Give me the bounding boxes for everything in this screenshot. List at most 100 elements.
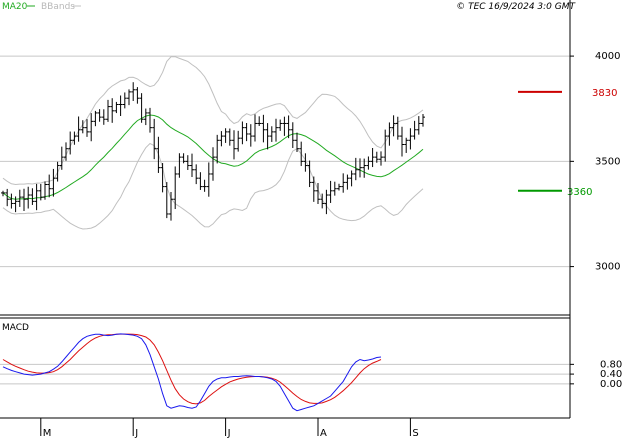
- price-bar: [72, 131, 77, 145]
- price-bar: [219, 131, 224, 147]
- price-bar: [93, 110, 98, 127]
- price-bar: [383, 129, 388, 162]
- macd-signal-line: [2, 333, 382, 405]
- price-bar: [349, 170, 354, 187]
- price-bar: [127, 89, 131, 106]
- price-bar: [416, 116, 421, 135]
- price-bar: [55, 161, 60, 182]
- price-bar: [257, 116, 262, 126]
- price-bar: [282, 116, 287, 136]
- price-bar: [391, 115, 396, 137]
- price-bar: [400, 126, 404, 157]
- macd-tick-label-2: 0.00: [600, 379, 622, 390]
- price-bar: [248, 124, 253, 147]
- price-bar: [223, 128, 228, 143]
- month-tick-label-0: M: [43, 428, 52, 439]
- price-bar: [22, 188, 26, 211]
- price-bars-layer: [1, 82, 425, 221]
- price-bar: [215, 134, 220, 164]
- support-label: 3360: [567, 187, 592, 198]
- price-bar: [169, 192, 173, 221]
- price-bar: [97, 109, 102, 122]
- grid-layer: [0, 55, 570, 385]
- macd-line: [2, 333, 382, 412]
- price-bar: [337, 183, 341, 191]
- price-bar: [139, 93, 144, 123]
- price-bar: [261, 114, 266, 143]
- price-bar: [185, 155, 190, 170]
- price-bar: [240, 121, 245, 145]
- price-bar: [236, 130, 241, 152]
- resistance-label: 3830: [592, 88, 617, 99]
- price-bar: [387, 122, 392, 146]
- price-bar: [122, 92, 127, 109]
- price-bar: [118, 95, 123, 116]
- price-bar: [311, 176, 316, 202]
- price-bar: [408, 128, 413, 150]
- price-bar: [421, 113, 425, 127]
- price-tick-label-2: 3000: [595, 262, 620, 273]
- price-bar: [190, 153, 194, 177]
- price-bar: [26, 186, 31, 209]
- chart-canvas: 38303360 4000350030000.800.400.00MACDM J J…: [0, 0, 622, 439]
- price-bar: [232, 130, 236, 160]
- price-bar: [328, 180, 333, 203]
- price-bar: [324, 189, 329, 215]
- price-bar: [269, 126, 274, 142]
- price-bar: [30, 188, 35, 205]
- legend-bbands: BBands: [41, 2, 75, 12]
- price-bar: [85, 119, 89, 137]
- price-bar: [211, 147, 215, 181]
- price-bar: [274, 118, 278, 142]
- price-bar: [9, 193, 14, 209]
- price-bar: [152, 118, 157, 160]
- price-bar: [341, 173, 346, 193]
- price-bar: [160, 163, 165, 193]
- price-bar: [412, 120, 417, 140]
- price-bar: [106, 99, 110, 122]
- copyright-text: © TEC 16/9/2024 3:0 GMT: [456, 2, 576, 12]
- price-bar: [164, 182, 169, 219]
- macd-layer: [2, 333, 382, 412]
- price-bar: [156, 136, 161, 173]
- price-bar: [148, 107, 152, 133]
- price-bar: [227, 128, 232, 146]
- axes-layer: 4000350030000.800.400.00MACDM J J A S: [0, 0, 622, 439]
- price-bar: [5, 188, 10, 207]
- price-bar: [202, 179, 207, 192]
- price-bar: [278, 119, 283, 131]
- price-bar: [114, 101, 119, 114]
- price-tick-label-0: 4000: [595, 51, 620, 62]
- price-bar: [110, 98, 115, 123]
- price-bar: [34, 183, 39, 211]
- price-bar: [198, 172, 203, 190]
- price-bar: [299, 141, 304, 167]
- price-tick-label-1: 3500: [595, 156, 620, 167]
- price-bar: [47, 174, 52, 198]
- price-bar: [290, 122, 295, 148]
- price-bar: [244, 122, 249, 142]
- price-bar: [345, 174, 350, 190]
- price-bar: [89, 113, 94, 142]
- price-bar: [177, 153, 182, 178]
- month-tick-label-3: A: [320, 428, 327, 439]
- price-bar: [194, 164, 199, 185]
- month-tick-label-1: J: [134, 428, 138, 439]
- price-bar: [131, 82, 136, 101]
- price-bar: [253, 114, 257, 142]
- price-bar: [370, 147, 375, 168]
- macd-title: MACD: [2, 323, 29, 333]
- price-bar: [332, 181, 337, 196]
- price-bar: [404, 137, 409, 153]
- price-bar: [379, 151, 383, 166]
- price-bar: [395, 116, 400, 140]
- month-tick-label-4: S: [412, 428, 418, 439]
- price-bar: [206, 162, 211, 197]
- price-bar: [135, 87, 140, 104]
- price-bar: [51, 168, 56, 197]
- levels-layer: 3830 3360: [518, 88, 617, 198]
- month-tick-label-2: J: [227, 428, 231, 439]
- price-bar: [265, 123, 270, 150]
- legend-ma20: MA20: [2, 2, 28, 12]
- price-bar: [43, 181, 47, 200]
